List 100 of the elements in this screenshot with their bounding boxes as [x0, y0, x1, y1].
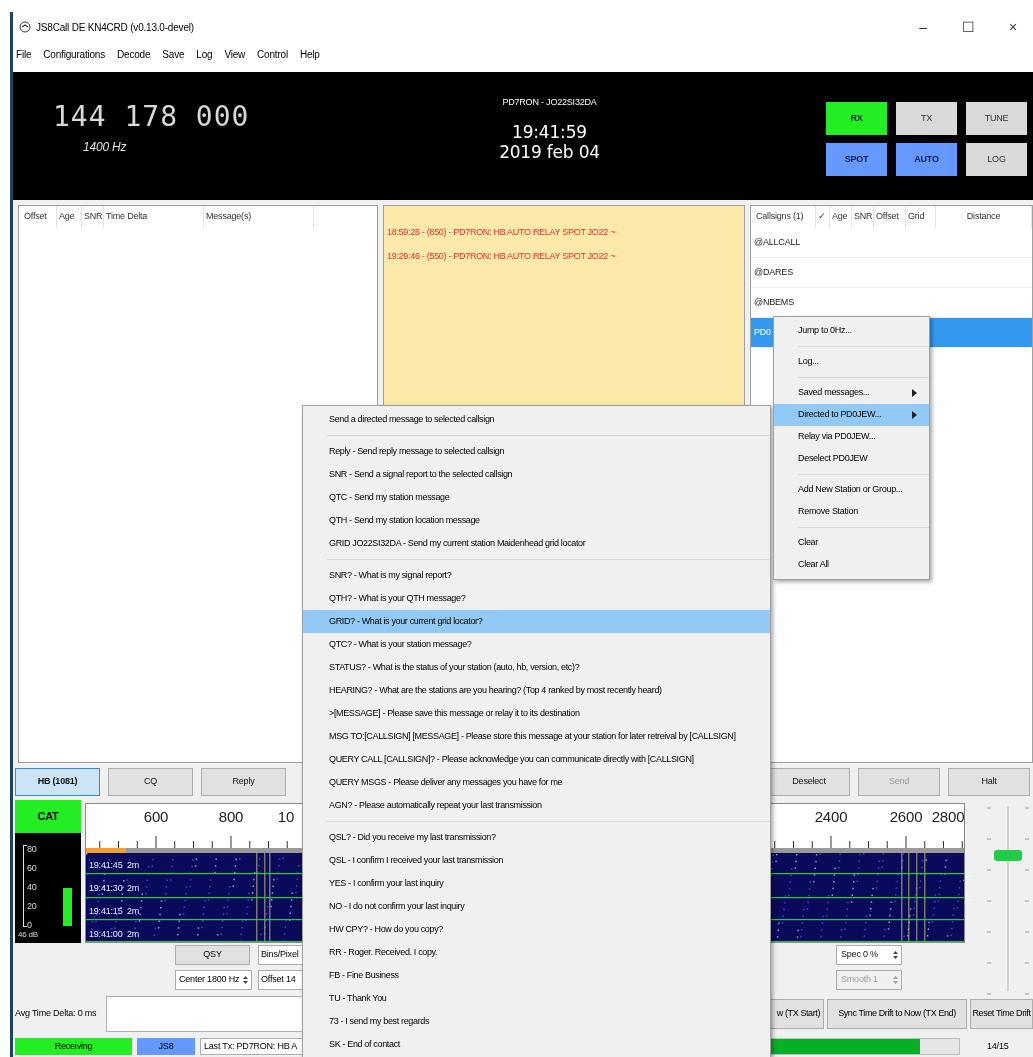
cat-indicator: CAT	[15, 800, 81, 833]
menu-item[interactable]: Clear	[774, 532, 929, 554]
menu-item[interactable]: QTC? - What is your station message?	[303, 633, 770, 656]
menu-item[interactable]: Decode	[116, 46, 152, 62]
mode-button[interactable]: LOG	[966, 143, 1027, 176]
column-header[interactable]: Callsigns (1)	[756, 210, 804, 224]
menu-item[interactable]: Save	[161, 46, 186, 62]
activity-message: 18:59:26 - (850) - PD7RON: HB AUTO RELAY SPOT JO22 ~	[387, 226, 617, 239]
menu-item[interactable]: RR - Roger. Received. I copy.	[303, 941, 770, 964]
menu-item[interactable]: NO - I do not confirm your last inquiry	[303, 895, 770, 918]
column-header[interactable]: SNR	[854, 210, 873, 224]
column-header[interactable]: Grid	[908, 210, 925, 224]
menu-item-label: HEARING? - What are the stations are you hearing? (Top 4 ranked by most recently heard)	[329, 683, 662, 697]
action-button[interactable]: CQ	[108, 768, 193, 796]
mode-button[interactable]: AUTO	[896, 143, 957, 176]
menu-item[interactable]: Add New Station or Group...	[774, 479, 929, 501]
menu-item[interactable]: TU - Thank You	[303, 987, 770, 1010]
action-button[interactable]: HB (1081)	[15, 768, 100, 796]
action-button[interactable]: Deselect	[768, 768, 850, 796]
menu-item[interactable]: GRID? - What is your current grid locator?	[303, 610, 770, 633]
frequency-label: 800	[218, 808, 244, 826]
column-header[interactable]: SNR	[84, 210, 103, 224]
menu-item-label: Reply - Send reply message to selected callsign	[329, 444, 505, 458]
menu-item[interactable]: Log	[195, 46, 214, 62]
spin-arrows-icon[interactable]	[242, 974, 249, 986]
minimize-button[interactable]: –	[903, 13, 943, 41]
menu-item[interactable]: SNR - Send a signal report to the selected callsign	[303, 463, 770, 486]
menu-item[interactable]: QTC - Send my station message	[303, 486, 770, 509]
slider-thumb[interactable]	[994, 850, 1022, 861]
meter-tick-label: 0	[27, 919, 32, 932]
station-label: PD7RON - JO22SI32DA	[502, 96, 597, 109]
sync-button[interactable]: Sync Time Drift to Now (TX End)	[827, 999, 967, 1029]
menu-item[interactable]: HEARING? - What are the stations are you hearing? (Top 4 ranked by most recently heard)	[303, 679, 770, 702]
action-button[interactable]: Halt	[948, 768, 1030, 796]
menu-item[interactable]: Help	[298, 46, 321, 62]
meter-tick-label: 80	[27, 843, 37, 856]
menu-item[interactable]: Reply - Send reply message to selected callsign	[303, 440, 770, 463]
tx-offset-marker	[86, 848, 126, 853]
menu-item[interactable]: QSL? - Did you receive my last transmission?	[303, 826, 770, 849]
close-button[interactable]: ×	[993, 13, 1033, 41]
center-spinbox[interactable]: Center 1800 Hz	[175, 970, 252, 990]
menu-item[interactable]: Deselect PD0JEW	[774, 448, 929, 470]
menu-item-label: QUERY MSGS - Please deliver any messages you have for me	[329, 775, 563, 789]
menu-item[interactable]: QSL - I confirm I received your last transmission	[303, 849, 770, 872]
menu-item[interactable]: GRID JO22SI32DA - Send my current station Maidenhead grid locator	[303, 532, 770, 555]
menu-item[interactable]: MSG TO:[CALLSIGN] [MESSAGE] - Please store this message at your station for later retreival by [CALLSIGN]	[303, 725, 770, 748]
menu-item[interactable]: SNR? - What is my signal report?	[303, 564, 770, 587]
menu-item[interactable]: 73 - I send my best regards	[303, 1010, 770, 1033]
frequency-label: 2600	[889, 808, 923, 826]
menu-item[interactable]: STATUS? - What is the status of your station (auto, hb, version, etc)?	[303, 656, 770, 679]
mode-button[interactable]: RX	[826, 102, 887, 135]
menu-item[interactable]: Clear All	[774, 554, 929, 576]
menu-item[interactable]: Directed to PD0JEW...	[774, 404, 929, 426]
column-header[interactable]: Offset	[24, 210, 47, 224]
menu-item[interactable]: QTH? - What is your QTH message?	[303, 587, 770, 610]
menu-item[interactable]: HW CPY? - How do you copy?	[303, 918, 770, 941]
menu-item[interactable]: Relay via PD0JEW...	[774, 426, 929, 448]
menu-item[interactable]: >[MESSAGE] - Please save this message or relay it to its destination	[303, 702, 770, 725]
menu-item[interactable]: Remove Station	[774, 501, 929, 523]
menu-item[interactable]: YES - I confirm your last inquiry	[303, 872, 770, 895]
menu-item[interactable]: QTH - Send my station location message	[303, 509, 770, 532]
meter-tick-label: 20	[27, 900, 37, 913]
callsign-text: @DARES	[754, 265, 793, 279]
spec-spinbox[interactable]: Spec 0 %	[836, 945, 902, 965]
time-label: 19:41:45 2m	[89, 859, 140, 872]
menu-item-label: Jump to 0Hz...	[798, 324, 852, 338]
progress-count: 14/15	[986, 1039, 1009, 1053]
menu-item[interactable]: Jump to 0Hz...	[774, 320, 929, 342]
menu-item[interactable]: Saved messages...	[774, 382, 929, 404]
menu-item[interactable]: Configurations	[42, 46, 106, 62]
column-header[interactable]: Age	[832, 210, 848, 224]
menu-item[interactable]: Send a directed message to selected callsign	[303, 408, 770, 431]
menu-item[interactable]: QUERY MSGS - Please deliver any messages you have for me	[303, 771, 770, 794]
sync-button[interactable]: Reset Time Drift	[970, 999, 1033, 1029]
mode-button[interactable]: TUNE	[966, 102, 1027, 135]
column-header[interactable]: Offset	[876, 210, 899, 224]
menu-item[interactable]: AGN? - Please automatically repeat your last transmission	[303, 794, 770, 817]
column-header[interactable]: Time Delta	[106, 210, 148, 224]
maximize-button[interactable]: ☐	[948, 13, 988, 41]
menu-item-label: AGN? - Please automatically repeat your last transmission	[329, 798, 542, 812]
column-header[interactable]: Age	[59, 210, 75, 224]
menu-item-label: Deselect PD0JEW	[798, 452, 868, 466]
qsy-button[interactable]: QSY	[175, 945, 250, 965]
menu-item-label: HW CPY? - How do you copy?	[329, 922, 443, 936]
menu-item[interactable]: View	[223, 46, 247, 62]
menu-item-label: GRID JO22SI32DA - Send my current station Maidenhead grid locator	[329, 536, 586, 550]
menu-item[interactable]: FB - Fine Business	[303, 964, 770, 987]
column-header[interactable]: Message(s)	[206, 210, 251, 224]
menu-item-label: Remove Station	[798, 505, 858, 519]
menu-item[interactable]: Control	[256, 46, 289, 62]
mode-button[interactable]: SPOT	[826, 143, 887, 176]
spin-arrows-icon[interactable]	[892, 949, 899, 961]
menu-item[interactable]: File	[15, 46, 33, 62]
column-header[interactable]: Distance	[966, 210, 1001, 224]
mode-button[interactable]: TX	[896, 102, 957, 135]
menu-item[interactable]: Log...	[774, 351, 929, 373]
action-button[interactable]: Reply	[201, 768, 286, 796]
column-header[interactable]: ✓	[818, 210, 826, 224]
callsign-text: PD0	[754, 325, 771, 339]
menu-item[interactable]: QUERY CALL [CALLSIGN]? - Please acknowledge you can communicate directly with [CALLSIGN]	[303, 748, 770, 771]
